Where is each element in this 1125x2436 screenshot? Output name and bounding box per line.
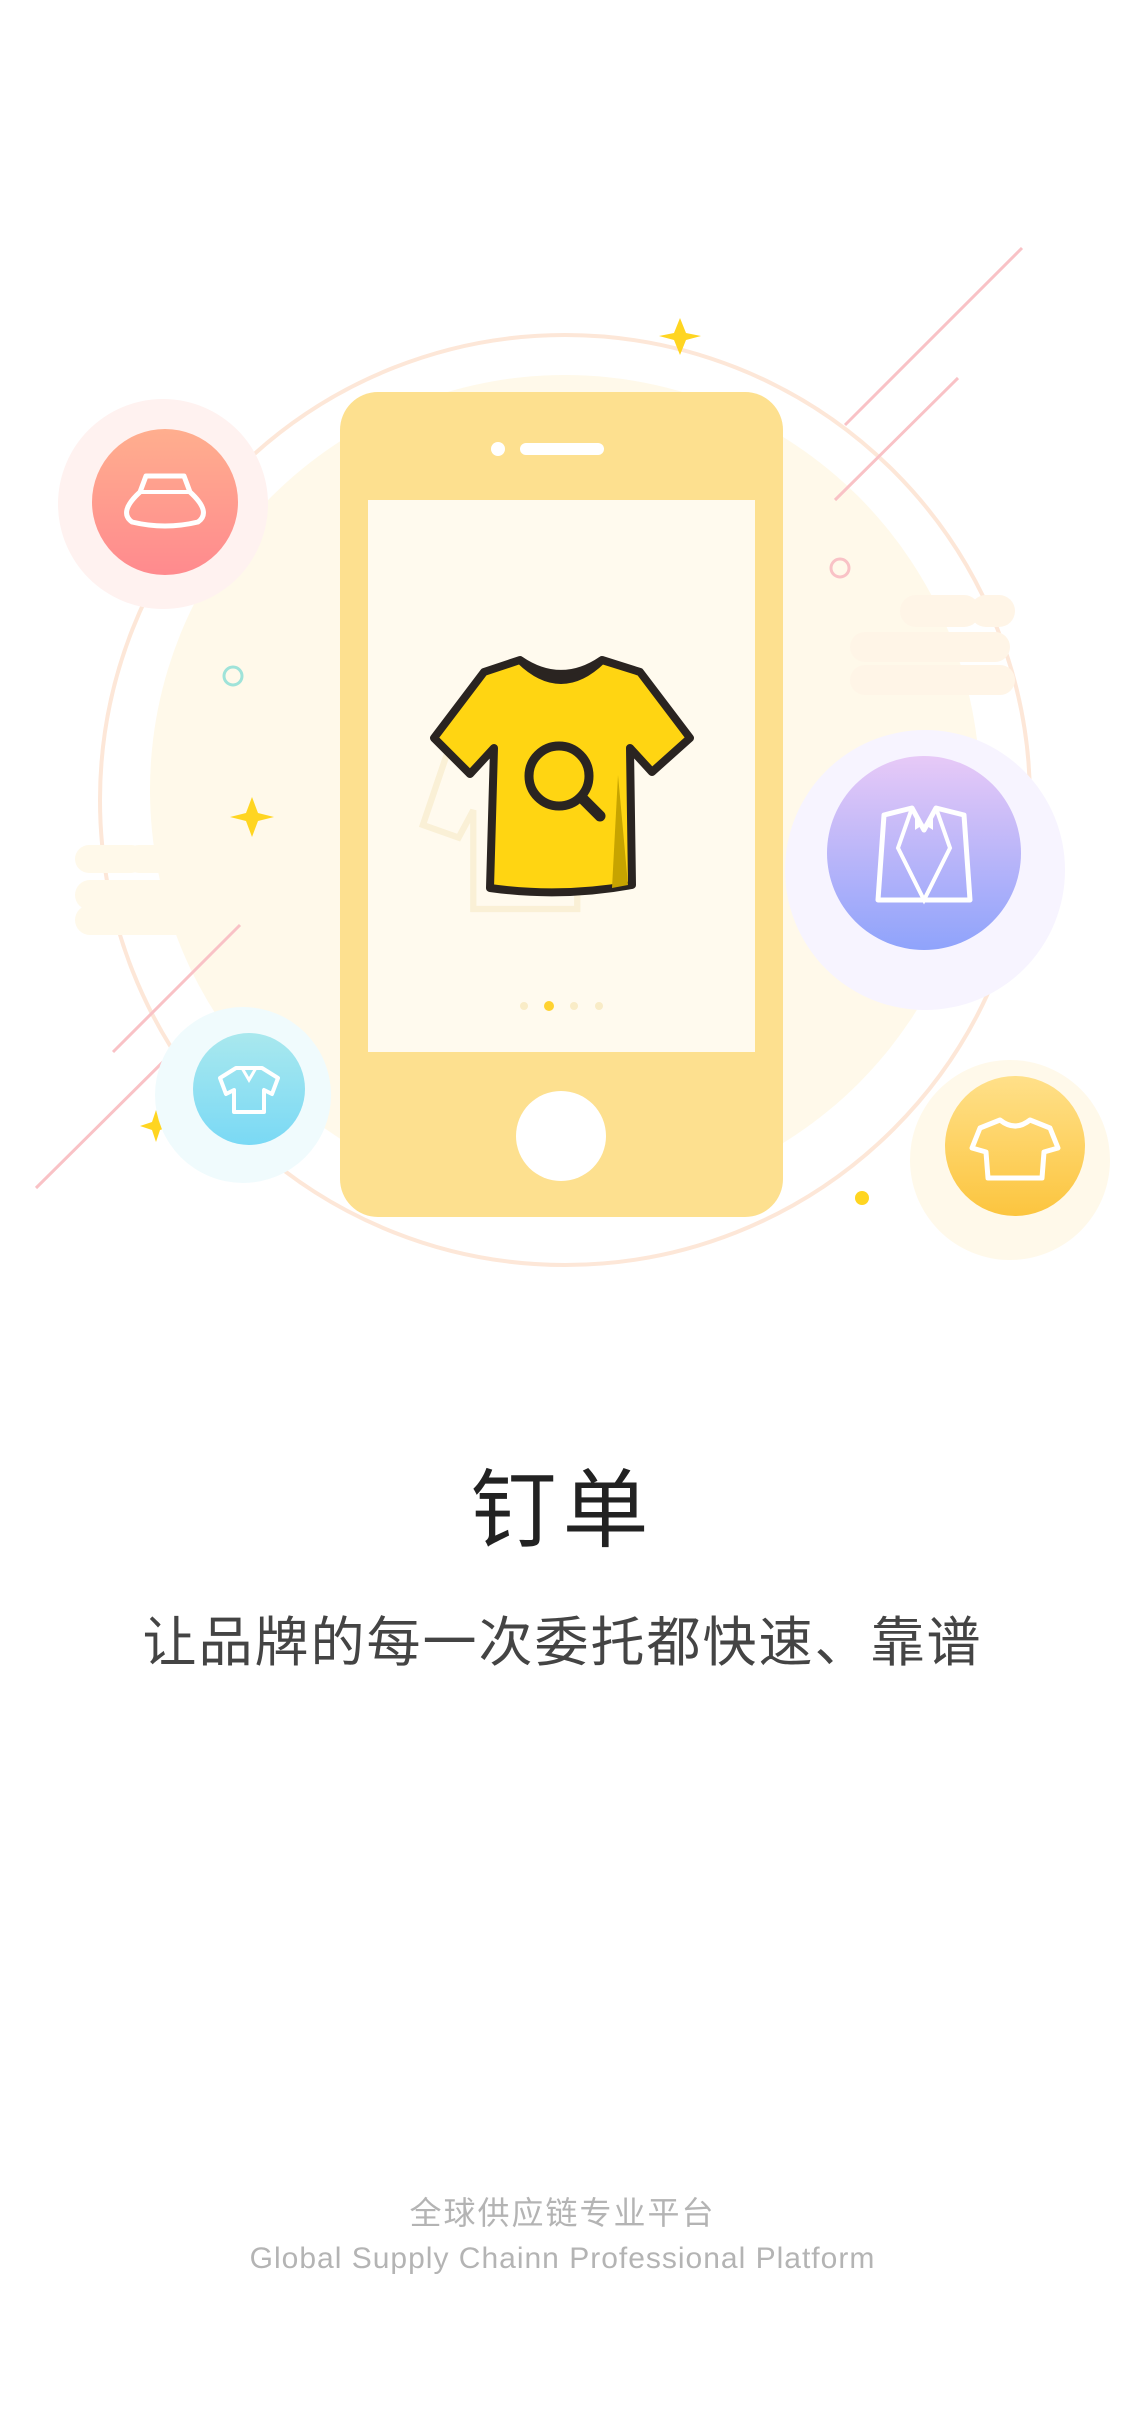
page-dot [520, 1002, 528, 1010]
page-dot-active [544, 1001, 554, 1011]
page-subtitle: 让品牌的每一次委托都快速、靠谱 [142, 1611, 983, 1674]
page-title: 钉单 [470, 1461, 655, 1561]
page-dot [570, 1002, 578, 1010]
shirt-icon [155, 1007, 331, 1183]
tshirt-icon [910, 1060, 1110, 1260]
onboarding-illustration [34, 246, 1110, 1267]
skirt-icon [58, 399, 268, 609]
footer-tagline-cn: 全球供应链专业平台 [409, 2194, 716, 2232]
suit-icon [785, 730, 1065, 1010]
footer-tagline-en: Global Supply Chainn Professional Platfo… [249, 2242, 876, 2275]
page-dot [595, 1002, 603, 1010]
